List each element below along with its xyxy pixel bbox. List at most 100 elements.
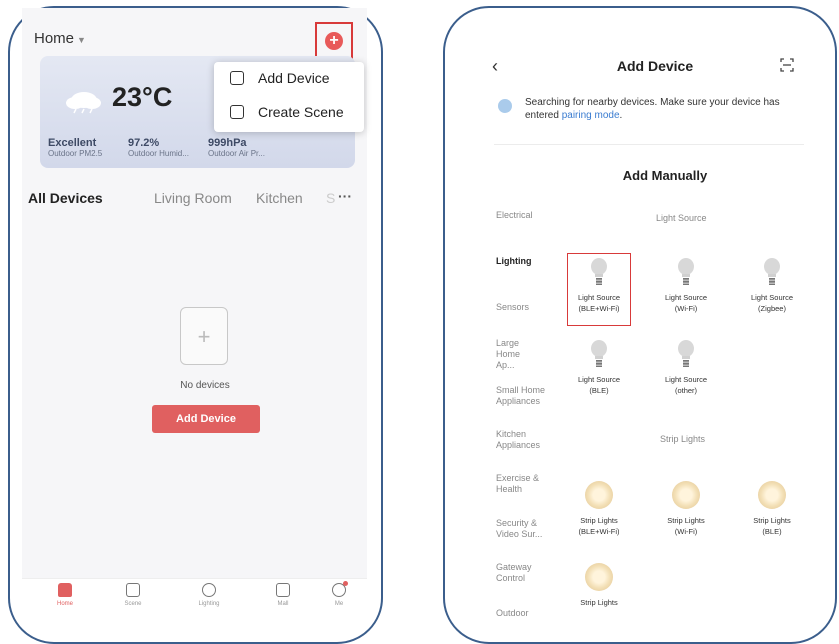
section-strip-lights: Strip Lights (660, 434, 706, 444)
device-protocol: (BLE) (762, 527, 782, 536)
home-title: Home (34, 30, 75, 47)
nav-label: Scene (124, 601, 142, 607)
empty-state-text: No devices (180, 380, 230, 391)
empty-file-icon: + (180, 307, 228, 365)
stat-label: Outdoor Air Pr... (208, 149, 265, 158)
nav-label: Lighting (198, 601, 220, 607)
stat-label: Outdoor PM2.5 (48, 149, 103, 158)
stat-value: 999hPa (208, 137, 247, 149)
scan-icon[interactable] (780, 58, 794, 72)
device-protocol: (Zigbee) (758, 304, 786, 313)
add-device-icon (230, 71, 244, 85)
menu-add-device[interactable]: Add Device (230, 70, 330, 86)
more-tabs-icon[interactable]: ··· (338, 188, 352, 204)
category-small-home[interactable]: Small Home Appliances (496, 385, 566, 407)
category-exercise[interactable]: Exercise & Health (496, 473, 542, 495)
device-light-ble[interactable]: Light Source (BLE) (564, 340, 634, 396)
device-name: Light Source (577, 375, 621, 384)
device-name: Strip Lights (580, 516, 618, 525)
menu-label: Add Device (258, 70, 330, 86)
home-selector[interactable]: Home ▼ (34, 30, 86, 47)
divider (494, 144, 804, 145)
device-light-other[interactable]: Light Source (other) (651, 340, 721, 396)
section-light-source: Light Source (656, 213, 707, 223)
strip-light-icon (585, 481, 613, 509)
device-name: Strip Lights (753, 516, 791, 525)
stat-label: Outdoor Humid... (128, 149, 189, 158)
bulb-icon (675, 258, 697, 288)
device-light-zigbee[interactable]: Light Source (Zigbee) (737, 258, 807, 314)
category-gateway[interactable]: Gateway Control (496, 562, 546, 584)
device-protocol: (BLE) (589, 386, 609, 395)
stat-value: Excellent (48, 137, 97, 149)
bulb-icon (588, 340, 610, 370)
create-scene-icon (230, 105, 244, 119)
strip-light-icon (758, 481, 786, 509)
scene-icon (126, 583, 140, 597)
bulb-icon (761, 258, 783, 288)
search-hint: Searching for nearby devices. Make sure … (525, 96, 795, 122)
menu-label: Create Scene (258, 104, 344, 120)
category-security[interactable]: Security & Video Sur... (496, 518, 554, 540)
stat-value: 97.2% (128, 137, 160, 149)
device-strip-ble-wifi[interactable]: Strip Lights (BLE+Wi-Fi) (564, 481, 634, 537)
stat-humidity: 97.2% Outdoor Humid... (128, 137, 189, 158)
device-name: Light Source (750, 293, 794, 302)
back-arrow-icon[interactable]: ‹ (492, 56, 498, 77)
stat-pm25: Excellent Outdoor PM2.5 (48, 137, 102, 158)
category-sensors[interactable]: Sensors (496, 302, 529, 313)
device-name: Light Source (664, 293, 708, 302)
category-large-home[interactable]: Large Home Ap... (496, 338, 540, 371)
device-name: Strip Lights (580, 598, 618, 607)
nav-lighting[interactable]: Lighting (184, 583, 234, 607)
nav-label: Home (56, 601, 73, 607)
device-name: Strip Lights (667, 516, 705, 525)
search-hint-end: . (619, 110, 623, 121)
tab-kitchen[interactable]: Kitchen (256, 190, 303, 206)
tab-all-devices[interactable]: All Devices (28, 190, 103, 206)
bulb-icon (675, 340, 697, 370)
add-manually-heading: Add Manually (622, 168, 708, 183)
category-lighting[interactable]: Lighting (496, 256, 532, 267)
home-icon (58, 583, 72, 597)
pairing-mode-link[interactable]: pairing mode (562, 110, 620, 121)
notification-badge (343, 581, 348, 586)
add-plus-icon[interactable]: + (325, 32, 343, 50)
nav-mall[interactable]: Mall (258, 583, 308, 607)
device-strip-ble[interactable]: Strip Lights (BLE) (737, 481, 807, 537)
category-outdoor[interactable]: Outdoor (496, 608, 529, 619)
highlight-box (567, 253, 631, 326)
device-protocol: (other) (674, 386, 698, 395)
rain-cloud-icon (66, 92, 101, 114)
strip-light-icon (585, 563, 613, 591)
nav-label: Me (334, 601, 344, 607)
device-name: Light Source (664, 375, 708, 384)
category-kitchen[interactable]: Kitchen Appliances (496, 429, 556, 451)
menu-create-scene[interactable]: Create Scene (230, 104, 344, 120)
stat-pressure: 999hPa Outdoor Air Pr... (208, 137, 265, 158)
device-strip-partial[interactable]: Strip Lights (564, 563, 634, 608)
bulb-icon (202, 583, 216, 597)
strip-light-icon (672, 481, 700, 509)
device-protocol: (Wi-Fi) (674, 304, 698, 313)
bottom-nav: Home Scene Lighting Mall Me (22, 578, 367, 619)
category-electrical[interactable]: Electrical (496, 210, 533, 221)
profile-icon (332, 581, 348, 597)
device-light-wifi[interactable]: Light Source (Wi-Fi) (651, 258, 721, 314)
add-menu: Add Device Create Scene (214, 62, 364, 132)
temperature: 23°C (112, 82, 173, 112)
searching-indicator-icon (498, 99, 512, 113)
add-device-button[interactable]: Add Device (152, 405, 260, 433)
bag-icon (276, 583, 290, 597)
caret-down-icon: ▼ (77, 35, 86, 45)
tab-truncated[interactable]: S (326, 190, 335, 206)
nav-home[interactable]: Home (40, 583, 90, 607)
nav-scene[interactable]: Scene (108, 583, 158, 607)
device-protocol: (Wi-Fi) (674, 527, 698, 536)
tab-living-room[interactable]: Living Room (154, 190, 232, 206)
page-title: Add Device (616, 58, 694, 74)
nav-me[interactable]: Me (314, 581, 364, 607)
nav-label: Mall (277, 601, 289, 607)
device-protocol: (BLE+Wi-Fi) (578, 527, 620, 536)
device-strip-wifi[interactable]: Strip Lights (Wi-Fi) (651, 481, 721, 537)
